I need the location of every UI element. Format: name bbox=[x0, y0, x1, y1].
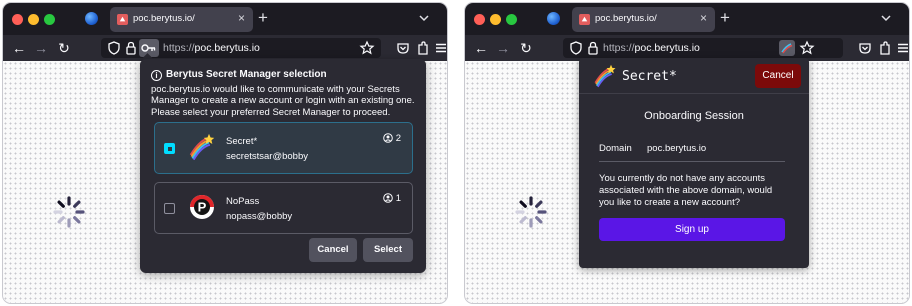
minimize-window-button[interactable] bbox=[28, 14, 39, 25]
cancel-button[interactable]: Cancel bbox=[309, 238, 357, 262]
site-favicon-icon bbox=[117, 14, 128, 25]
extensions-icon[interactable] bbox=[877, 40, 893, 56]
tab-close-icon[interactable]: × bbox=[238, 11, 245, 25]
select-button[interactable]: Select bbox=[363, 238, 413, 262]
forward-arrow-icon[interactable]: → bbox=[495, 35, 511, 61]
option-account: secretstsar@bobby bbox=[226, 151, 308, 162]
close-window-button[interactable] bbox=[474, 14, 485, 25]
lock-icon[interactable] bbox=[123, 40, 139, 56]
session-message: You currently do not have any accounts a… bbox=[599, 173, 773, 208]
reload-icon[interactable]: ↻ bbox=[56, 35, 72, 61]
option-name: Secret* bbox=[226, 136, 258, 147]
bookmark-star-icon[interactable] bbox=[799, 40, 815, 56]
new-tab-button[interactable]: + bbox=[258, 8, 268, 28]
svg-text:P: P bbox=[198, 200, 207, 215]
menu-hamburger-icon[interactable] bbox=[895, 40, 910, 56]
sign-up-button[interactable]: Sign up bbox=[599, 218, 785, 241]
dialog-message: poc.berytus.io would like to communicate… bbox=[151, 84, 415, 118]
account-count-value: 2 bbox=[395, 133, 401, 144]
url-scheme: https:// bbox=[163, 42, 195, 54]
url-text: https://poc.berytus.io bbox=[163, 42, 260, 54]
option-checkbox[interactable] bbox=[164, 143, 175, 154]
address-bar[interactable]: https://poc.berytus.io bbox=[101, 38, 381, 58]
nopass-p-icon: P bbox=[190, 195, 214, 219]
lock-icon[interactable] bbox=[585, 40, 601, 56]
firefox-view-icon[interactable] bbox=[547, 12, 560, 25]
panel-header: Secret* Cancel bbox=[579, 58, 809, 94]
option-name: NoPass bbox=[226, 196, 260, 207]
tab-active[interactable]: poc.berytus.io/ × bbox=[110, 7, 253, 32]
maximize-window-button[interactable] bbox=[506, 14, 517, 25]
site-favicon-icon bbox=[579, 14, 590, 25]
minimize-window-button[interactable] bbox=[490, 14, 501, 25]
browser-window-right: poc.berytus.io/ × + ← → ↻ https://poc.be… bbox=[464, 2, 910, 304]
pocket-icon[interactable] bbox=[857, 40, 873, 56]
rainbow-star-icon bbox=[189, 133, 216, 161]
rainbow-star-icon bbox=[594, 64, 617, 88]
secret-manager-selection-dialog: i Berytus Secret Manager selection poc.be… bbox=[140, 59, 426, 273]
domain-label: Domain bbox=[599, 143, 632, 154]
browser-window-left: poc.berytus.io/ × + ← → ↻ https://poc.be… bbox=[2, 2, 448, 304]
url-text: https://poc.berytus.io bbox=[603, 42, 700, 54]
new-tab-button[interactable]: + bbox=[720, 8, 730, 28]
back-arrow-icon[interactable]: ← bbox=[11, 35, 27, 61]
shield-icon[interactable] bbox=[568, 40, 584, 56]
extension-page-action-icon[interactable] bbox=[779, 40, 795, 56]
option-account: nopass@bobby bbox=[226, 211, 293, 222]
chevron-down-icon[interactable] bbox=[418, 12, 430, 24]
option-checkbox[interactable] bbox=[164, 203, 175, 214]
maximize-window-button[interactable] bbox=[44, 14, 55, 25]
session-title: Onboarding Session bbox=[644, 110, 744, 122]
secret-extension-panel: Secret* Cancel Onboarding Session Domain… bbox=[579, 58, 809, 268]
account-count: 2 bbox=[382, 133, 401, 144]
user-circle-icon bbox=[382, 133, 393, 143]
secret-manager-option-nopass[interactable]: P NoPass nopass@bobby 1 bbox=[154, 182, 413, 234]
forward-arrow-icon[interactable]: → bbox=[33, 35, 49, 61]
firefox-view-icon[interactable] bbox=[85, 12, 98, 25]
tab-bar: poc.berytus.io/ × + bbox=[3, 3, 447, 35]
menu-hamburger-icon[interactable] bbox=[433, 40, 448, 56]
url-host: poc.berytus.io bbox=[194, 42, 260, 54]
url-host: poc.berytus.io bbox=[634, 42, 700, 54]
tab-bar: poc.berytus.io/ × + bbox=[465, 3, 909, 35]
loading-spinner-icon bbox=[53, 196, 85, 228]
back-arrow-icon[interactable]: ← bbox=[473, 35, 489, 61]
account-count-value: 1 bbox=[395, 193, 401, 204]
close-window-button[interactable] bbox=[12, 14, 23, 25]
dialog-title-text: Berytus Secret Manager selection bbox=[166, 69, 327, 80]
extensions-icon[interactable] bbox=[415, 40, 431, 56]
tab-title: poc.berytus.io/ bbox=[133, 13, 195, 24]
dialog-title: i Berytus Secret Manager selection bbox=[151, 69, 327, 81]
pocket-icon[interactable] bbox=[395, 40, 411, 56]
app-name: Secret* bbox=[622, 69, 677, 84]
domain-value: poc.berytus.io bbox=[647, 143, 707, 154]
user-circle-icon bbox=[382, 193, 393, 203]
cancel-button[interactable]: Cancel bbox=[755, 64, 801, 88]
url-scheme: https:// bbox=[603, 42, 635, 54]
shield-icon[interactable] bbox=[106, 40, 122, 56]
tab-active[interactable]: poc.berytus.io/ × bbox=[572, 7, 715, 32]
loading-spinner-icon bbox=[515, 196, 547, 228]
reload-icon[interactable]: ↻ bbox=[518, 35, 534, 61]
chevron-down-icon[interactable] bbox=[880, 12, 892, 24]
address-bar[interactable]: https://poc.berytus.io bbox=[563, 38, 843, 58]
navigation-bar: ← → ↻ https://poc.berytus.io bbox=[3, 35, 447, 61]
divider bbox=[599, 161, 785, 162]
tab-close-icon[interactable]: × bbox=[700, 11, 707, 25]
secret-manager-option-secret[interactable]: Secret* secretstsar@bobby 2 bbox=[154, 122, 413, 174]
info-icon: i bbox=[151, 70, 162, 81]
bookmark-star-icon[interactable] bbox=[359, 40, 375, 56]
tab-title: poc.berytus.io/ bbox=[595, 13, 657, 24]
account-count: 1 bbox=[382, 193, 401, 204]
